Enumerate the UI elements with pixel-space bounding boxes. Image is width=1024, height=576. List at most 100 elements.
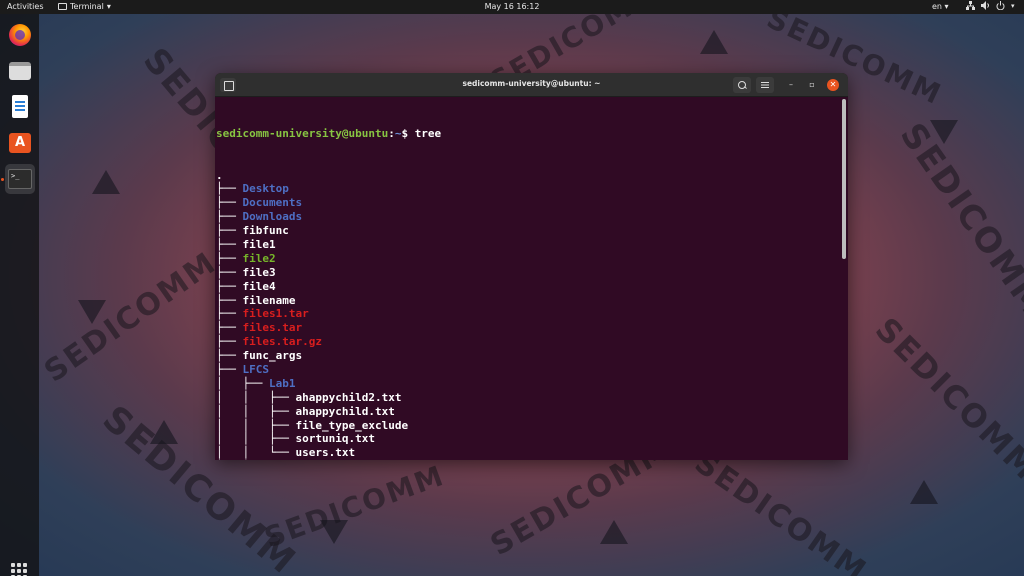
tree-entry-file: filename <box>242 293 296 307</box>
volume-icon <box>981 1 989 10</box>
wallpaper-triangle <box>700 30 728 54</box>
power-icon <box>996 1 1005 10</box>
tree-branch: ├── <box>216 224 243 238</box>
tree-entry-file: file4 <box>242 279 276 293</box>
dock-item-software[interactable]: A <box>5 128 35 158</box>
dock-item-terminal[interactable]: >_ <box>5 164 35 194</box>
wallpaper-logo: SEDICOMM <box>688 445 874 576</box>
wallpaper-triangle <box>320 520 348 544</box>
libreoffice-writer-icon <box>12 95 28 118</box>
tree-line: . <box>216 169 842 183</box>
wallpaper-logo: SEDICOMM <box>260 458 449 555</box>
tree-line: │ │ └── users.txt <box>216 446 842 460</box>
tree-branch: │ │ └── <box>216 446 296 460</box>
system-menu[interactable]: ▾ <box>966 1 1015 10</box>
top-bar: Activities Terminal ▾ May 16 16:12 en ▾ … <box>0 0 1024 14</box>
tree-line: ├── files.tar.gz <box>216 335 842 349</box>
hamburger-menu-button[interactable] <box>756 77 774 93</box>
wallpaper-triangle <box>600 520 628 544</box>
tree-branch: ├── <box>216 321 243 335</box>
prompt-separator: : <box>388 126 395 140</box>
tree-entry-file: users.txt <box>295 446 356 460</box>
dock-item-firefox[interactable] <box>5 20 35 50</box>
tree-entry-file: file1 <box>242 237 276 251</box>
active-indicator <box>1 178 4 181</box>
wallpaper-triangle <box>910 480 938 504</box>
prompt-dollar: $ <box>401 126 415 140</box>
tree-entry-file: file3 <box>242 265 276 279</box>
tree-line: ├── files.tar <box>216 321 842 335</box>
window-title: sedicomm-university@ubuntu: ~ <box>462 79 601 88</box>
tree-line: ├── filename <box>216 294 842 308</box>
tree-branch: ├── <box>216 279 243 293</box>
tree-line: ├── Desktop <box>216 182 842 196</box>
terminal-icon: >_ <box>8 169 32 189</box>
tree-branch: ├── <box>216 293 243 307</box>
tree-entry-exe: file2 <box>242 251 276 265</box>
tree-line: │ │ ├── ahappychild.txt <box>216 405 842 419</box>
tree-branch: ├── <box>216 362 243 376</box>
prompt-line: sedicomm-university@ubuntu:~$ tree <box>216 127 842 141</box>
tree-entry-dir: Downloads <box>242 210 303 224</box>
ubuntu-software-icon: A <box>9 133 31 153</box>
tree-branch: ├── <box>216 349 243 363</box>
tree-entry-dir: Lab1 <box>268 376 296 390</box>
tree-branch: ├── <box>216 196 243 210</box>
tree-line: │ │ ├── ahappychild2.txt <box>216 391 842 405</box>
clock[interactable]: May 16 16:12 <box>0 2 1024 11</box>
show-applications-button[interactable] <box>11 563 27 576</box>
wallpaper-logo: SEDICOMM <box>38 245 224 390</box>
firefox-icon <box>9 24 31 46</box>
tree-entry-file: sortuniq.txt <box>295 432 375 446</box>
tree-line: ├── file4 <box>216 280 842 294</box>
tree-entry-file: ahappychild2.txt <box>295 390 402 404</box>
tree-entry-dir: Documents <box>242 196 303 210</box>
tree-line: ├── fibfunc <box>216 224 842 238</box>
scrollbar[interactable] <box>842 99 846 259</box>
wallpaper-triangle <box>92 170 120 194</box>
tree-entry-file: func_args <box>242 349 303 363</box>
tree-entry-arc: files.tar <box>242 321 303 335</box>
tree-line: ├── func_args <box>216 349 842 363</box>
terminal-window: sedicomm-university@ubuntu: ~ – ▫ ✕ sedi… <box>215 73 848 460</box>
tree-entry-arc: files.tar.gz <box>242 335 322 349</box>
prompt-user: sedicomm-university@ubuntu <box>216 126 389 140</box>
tree-line: ├── LFCS <box>216 363 842 377</box>
prompt-command: tree <box>414 126 442 140</box>
tree-branch: │ │ ├── <box>216 418 296 432</box>
maximize-button[interactable]: ▫ <box>806 79 818 91</box>
tree-branch: ├── <box>216 335 243 349</box>
close-button[interactable]: ✕ <box>827 79 839 91</box>
files-icon <box>9 62 31 80</box>
minimize-button[interactable]: – <box>785 79 797 91</box>
tree-branch: │ │ ├── <box>216 390 296 404</box>
input-language-selector[interactable]: en ▾ <box>932 2 949 11</box>
wallpaper-triangle <box>78 300 106 324</box>
tree-branch: ├── <box>216 237 243 251</box>
terminal-output[interactable]: sedicomm-university@ubuntu:~$ tree . ├── … <box>215 97 842 460</box>
tree-line: ├── Documents <box>216 196 842 210</box>
wallpaper-logo: SEDICOMM <box>891 115 1024 325</box>
window-titlebar[interactable]: sedicomm-university@ubuntu: ~ – ▫ ✕ <box>215 73 848 97</box>
tree-entry-file: . <box>216 168 223 182</box>
tree-branch: │ ├── <box>216 376 269 390</box>
tree-branch: ├── <box>216 307 243 321</box>
tree-line: ├── file1 <box>216 238 842 252</box>
tree-branch: ├── <box>216 210 243 224</box>
dock-item-files[interactable] <box>5 56 35 86</box>
tree-line: │ ├── Lab1 <box>216 377 842 391</box>
tree-entry-arc: files1.tar <box>242 307 309 321</box>
tree-line: ├── file2 <box>216 252 842 266</box>
tree-entry-dir: Desktop <box>242 182 289 196</box>
tree-entry-dir: LFCS <box>242 362 270 376</box>
chevron-down-icon: ▾ <box>1011 1 1015 10</box>
tree-branch: │ │ ├── <box>216 404 296 418</box>
tree-entry-file: ahappychild.txt <box>295 404 395 418</box>
search-button[interactable] <box>733 77 751 93</box>
tree-branch: ├── <box>216 251 243 265</box>
tree-line: ├── file3 <box>216 266 842 280</box>
dock-item-writer[interactable] <box>5 92 35 122</box>
network-icon <box>966 1 975 10</box>
wallpaper-triangle <box>150 420 178 444</box>
tree-branch: │ │ ├── <box>216 432 296 446</box>
